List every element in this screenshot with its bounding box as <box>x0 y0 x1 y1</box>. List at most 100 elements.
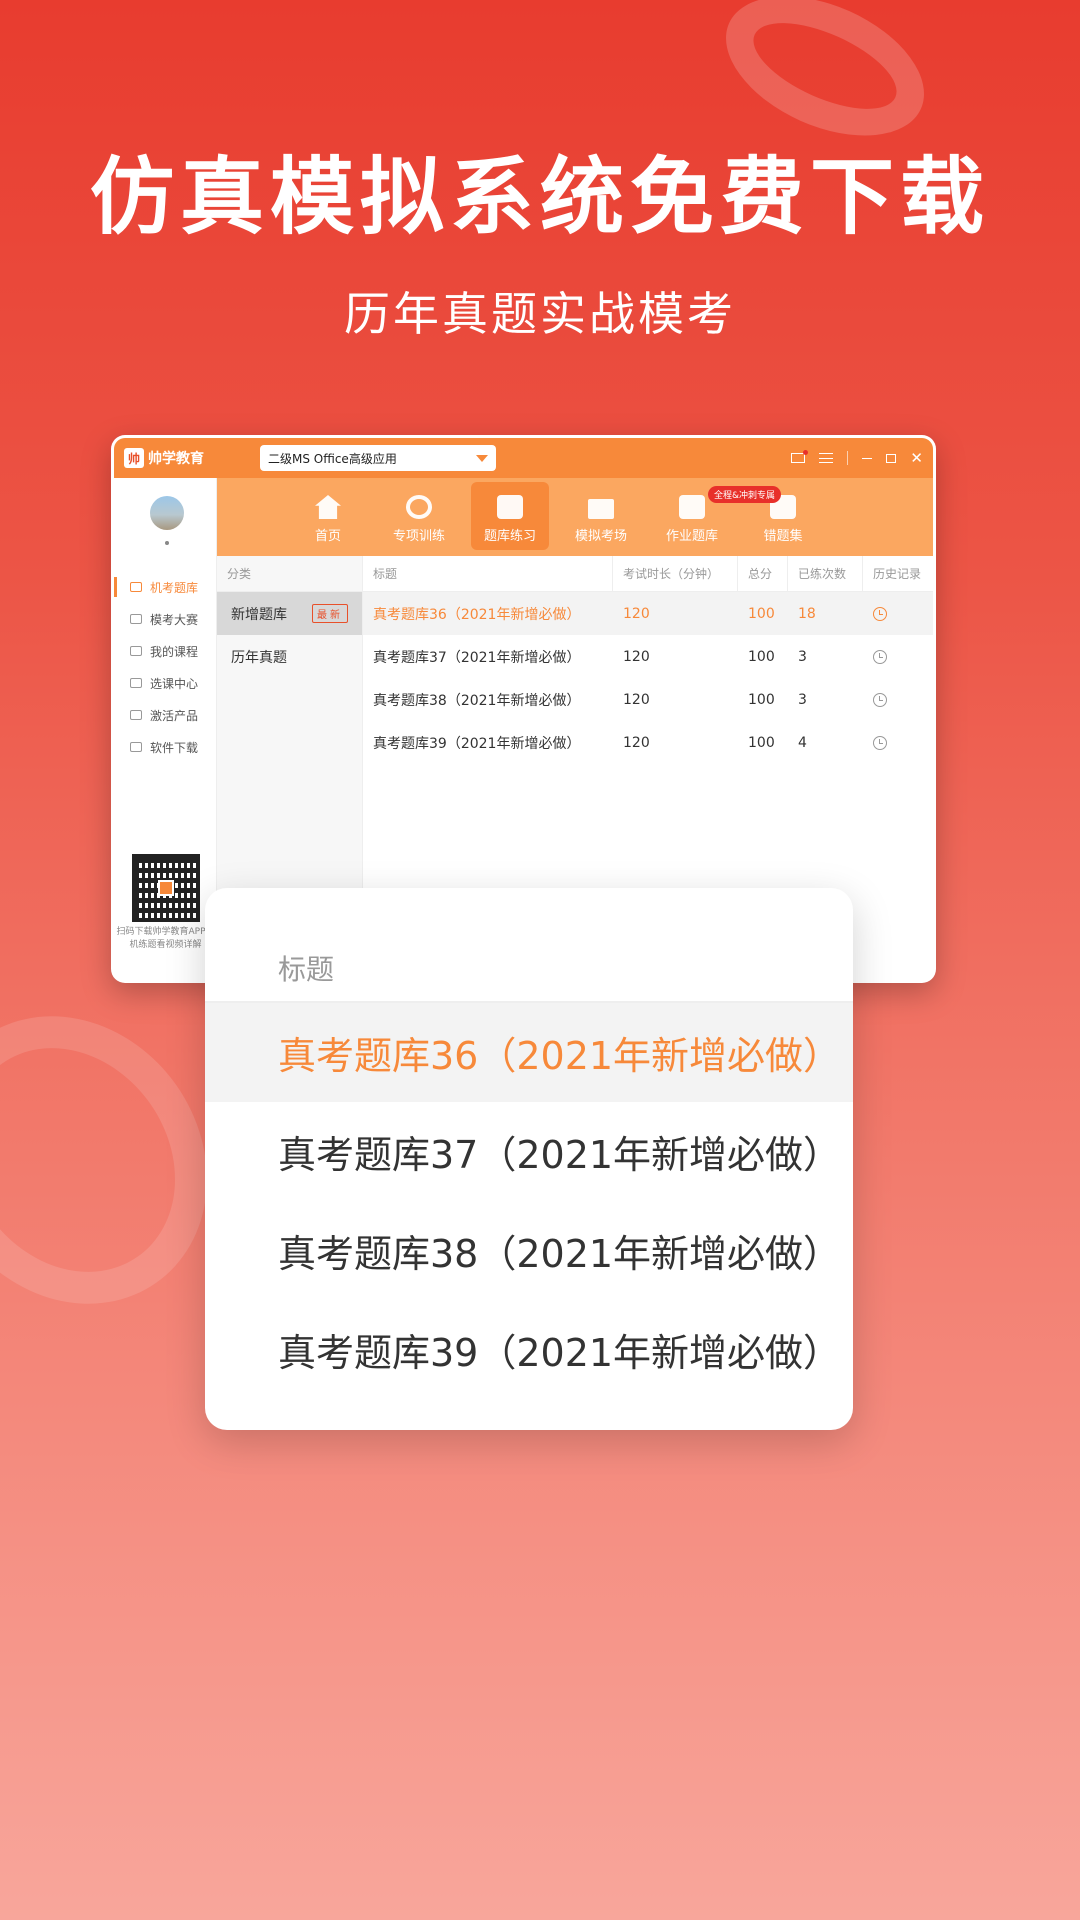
row-score: 100 <box>748 648 775 665</box>
sidebar-item-exam-bank[interactable]: 机考题库 <box>114 572 217 602</box>
column-header-count: 已练次数 <box>788 555 863 592</box>
row-title: 真考题库36（2021年新增必做） <box>373 606 581 623</box>
home-icon <box>315 495 341 519</box>
column-header-history: 历史记录 <box>873 566 922 581</box>
divider <box>847 451 849 465</box>
contest-icon <box>130 614 142 624</box>
row-count: 18 <box>798 605 816 622</box>
table-row[interactable]: 真考题库36（2021年新增必做） 120 100 18 <box>363 592 933 635</box>
history-cell <box>863 692 933 707</box>
tab-label: 首页 <box>314 529 341 544</box>
close-icon[interactable]: ✕ <box>910 450 923 466</box>
tab-label: 题库练习 <box>483 529 536 544</box>
tab-label: 作业题库 <box>665 529 718 544</box>
sidebar-item-label: 激活产品 <box>150 708 199 723</box>
sidebar-item-label: 模考大赛 <box>150 612 199 627</box>
row-duration: 120 <box>623 734 650 751</box>
clock-icon[interactable] <box>873 649 887 664</box>
history-cell <box>863 735 933 750</box>
new-tag: 最新 <box>312 604 348 623</box>
course-select[interactable]: 二级MS Office高级应用 <box>260 445 496 471</box>
key-icon <box>130 710 142 720</box>
monitor-icon <box>588 499 614 519</box>
target-icon <box>406 495 432 519</box>
category-label: 历年真题 <box>231 649 287 666</box>
table-row[interactable]: 真考题库38（2021年新增必做） 120 100 3 <box>363 678 933 721</box>
history-cell <box>863 649 933 664</box>
sidebar-item-label: 机考题库 <box>150 580 199 595</box>
row-count: 3 <box>798 648 807 665</box>
avatar-dot <box>165 541 169 545</box>
monitor-icon <box>130 582 142 592</box>
column-header-score: 总分 <box>738 555 788 592</box>
row-duration: 120 <box>623 648 650 665</box>
clock-icon[interactable] <box>873 735 887 750</box>
category-item-new[interactable]: 新增题库 最新 <box>217 592 362 635</box>
course-select-value: 二级MS Office高级应用 <box>268 451 397 466</box>
zoom-row[interactable]: 真考题库36（2021年新增必做） <box>205 1003 853 1102</box>
page-headline: 仿真模拟系统免费下载 <box>89 148 990 246</box>
book-icon <box>130 646 142 656</box>
sidebar-item-mock-contest[interactable]: 模考大赛 <box>114 604 217 634</box>
row-score: 100 <box>748 605 775 622</box>
sidebar-item-label: 选课中心 <box>150 676 199 691</box>
row-title: 真考题库37（2021年新增必做） <box>373 649 581 666</box>
clock-icon[interactable] <box>873 606 887 621</box>
table-row[interactable]: 真考题库37（2021年新增必做） 120 100 3 <box>363 635 933 678</box>
table-row[interactable]: 真考题库39（2021年新增必做） 120 100 4 <box>363 721 933 764</box>
zoom-row[interactable]: 真考题库37（2021年新增必做） <box>205 1102 853 1201</box>
play-icon <box>130 678 142 688</box>
sidebar-item-label: 软件下载 <box>150 740 199 755</box>
zoom-header: 标题 <box>205 888 853 1003</box>
sidebar: 机考题库 模考大赛 我的课程 选课中心 激活产品 软件下载 扫码下载帅学教育AP… <box>114 478 217 980</box>
history-cell <box>863 606 933 621</box>
row-duration: 120 <box>623 691 650 708</box>
tab-label: 模拟考场 <box>574 529 627 544</box>
zoom-row[interactable]: 真考题库39（2021年新增必做） <box>205 1300 853 1399</box>
sidebar-item-my-courses[interactable]: 我的课程 <box>114 636 217 666</box>
app-logo-icon: 帅 <box>124 448 144 468</box>
sidebar-item-activate[interactable]: 激活产品 <box>114 700 217 730</box>
top-nav: 首页 专项训练 题库练习 模拟考场 作业题库 错题集 全程&冲刺专属 <box>217 478 933 556</box>
sidebar-item-download[interactable]: 软件下载 <box>114 732 217 762</box>
tab-mock-exam[interactable]: 模拟考场 <box>562 482 640 550</box>
download-icon <box>130 742 142 752</box>
homework-icon <box>679 495 705 519</box>
avatar[interactable] <box>150 496 184 530</box>
title-bar: 帅 帅学教育 二级MS Office高级应用 ✕ <box>114 438 933 478</box>
tab-question-bank[interactable]: 题库练习 <box>471 482 549 550</box>
menu-icon[interactable] <box>819 453 834 463</box>
qr-logo-icon <box>158 880 174 896</box>
category-header: 分类 <box>217 556 362 592</box>
window-controls: ✕ <box>791 450 923 466</box>
row-duration: 120 <box>623 605 650 622</box>
maximize-icon[interactable] <box>886 453 897 463</box>
column-header-title: 标题 <box>363 555 613 592</box>
books-icon <box>497 495 523 519</box>
row-title: 真考题库39（2021年新增必做） <box>373 735 581 752</box>
chevron-down-icon <box>476 455 488 462</box>
minimize-icon[interactable] <box>862 457 873 459</box>
app-logo-text: 帅学教育 <box>148 451 204 467</box>
row-score: 100 <box>748 734 775 751</box>
zoom-row[interactable]: 真考题库38（2021年新增必做） <box>205 1201 853 1300</box>
row-count: 4 <box>798 734 807 751</box>
row-title: 真考题库38（2021年新增必做） <box>373 692 581 709</box>
category-item-past-papers[interactable]: 历年真题 <box>217 635 362 678</box>
zoom-callout-card: 标题 真考题库36（2021年新增必做） 真考题库37（2021年新增必做） 真… <box>205 888 853 1430</box>
promo-badge: 全程&冲刺专属 <box>708 486 782 503</box>
column-header-duration: 考试时长（分钟） <box>613 555 738 592</box>
qr-caption: 扫码下载帅学教育APP手机练题看视频详解 <box>116 927 215 950</box>
sidebar-item-course-center[interactable]: 选课中心 <box>114 668 217 698</box>
tab-home[interactable]: 首页 <box>289 482 367 550</box>
tab-special-training[interactable]: 专项训练 <box>380 482 458 550</box>
sidebar-item-label: 我的课程 <box>150 644 199 659</box>
category-label: 新增题库 <box>231 606 287 623</box>
mail-icon[interactable] <box>791 450 809 463</box>
tab-label: 错题集 <box>763 529 803 544</box>
clock-icon[interactable] <box>873 692 887 707</box>
row-count: 3 <box>798 691 807 708</box>
page-subline: 历年真题实战模考 <box>344 287 736 341</box>
tab-label: 专项训练 <box>392 529 445 544</box>
table-header: 标题 考试时长（分钟） 总分 已练次数 历史记录 <box>363 555 933 592</box>
